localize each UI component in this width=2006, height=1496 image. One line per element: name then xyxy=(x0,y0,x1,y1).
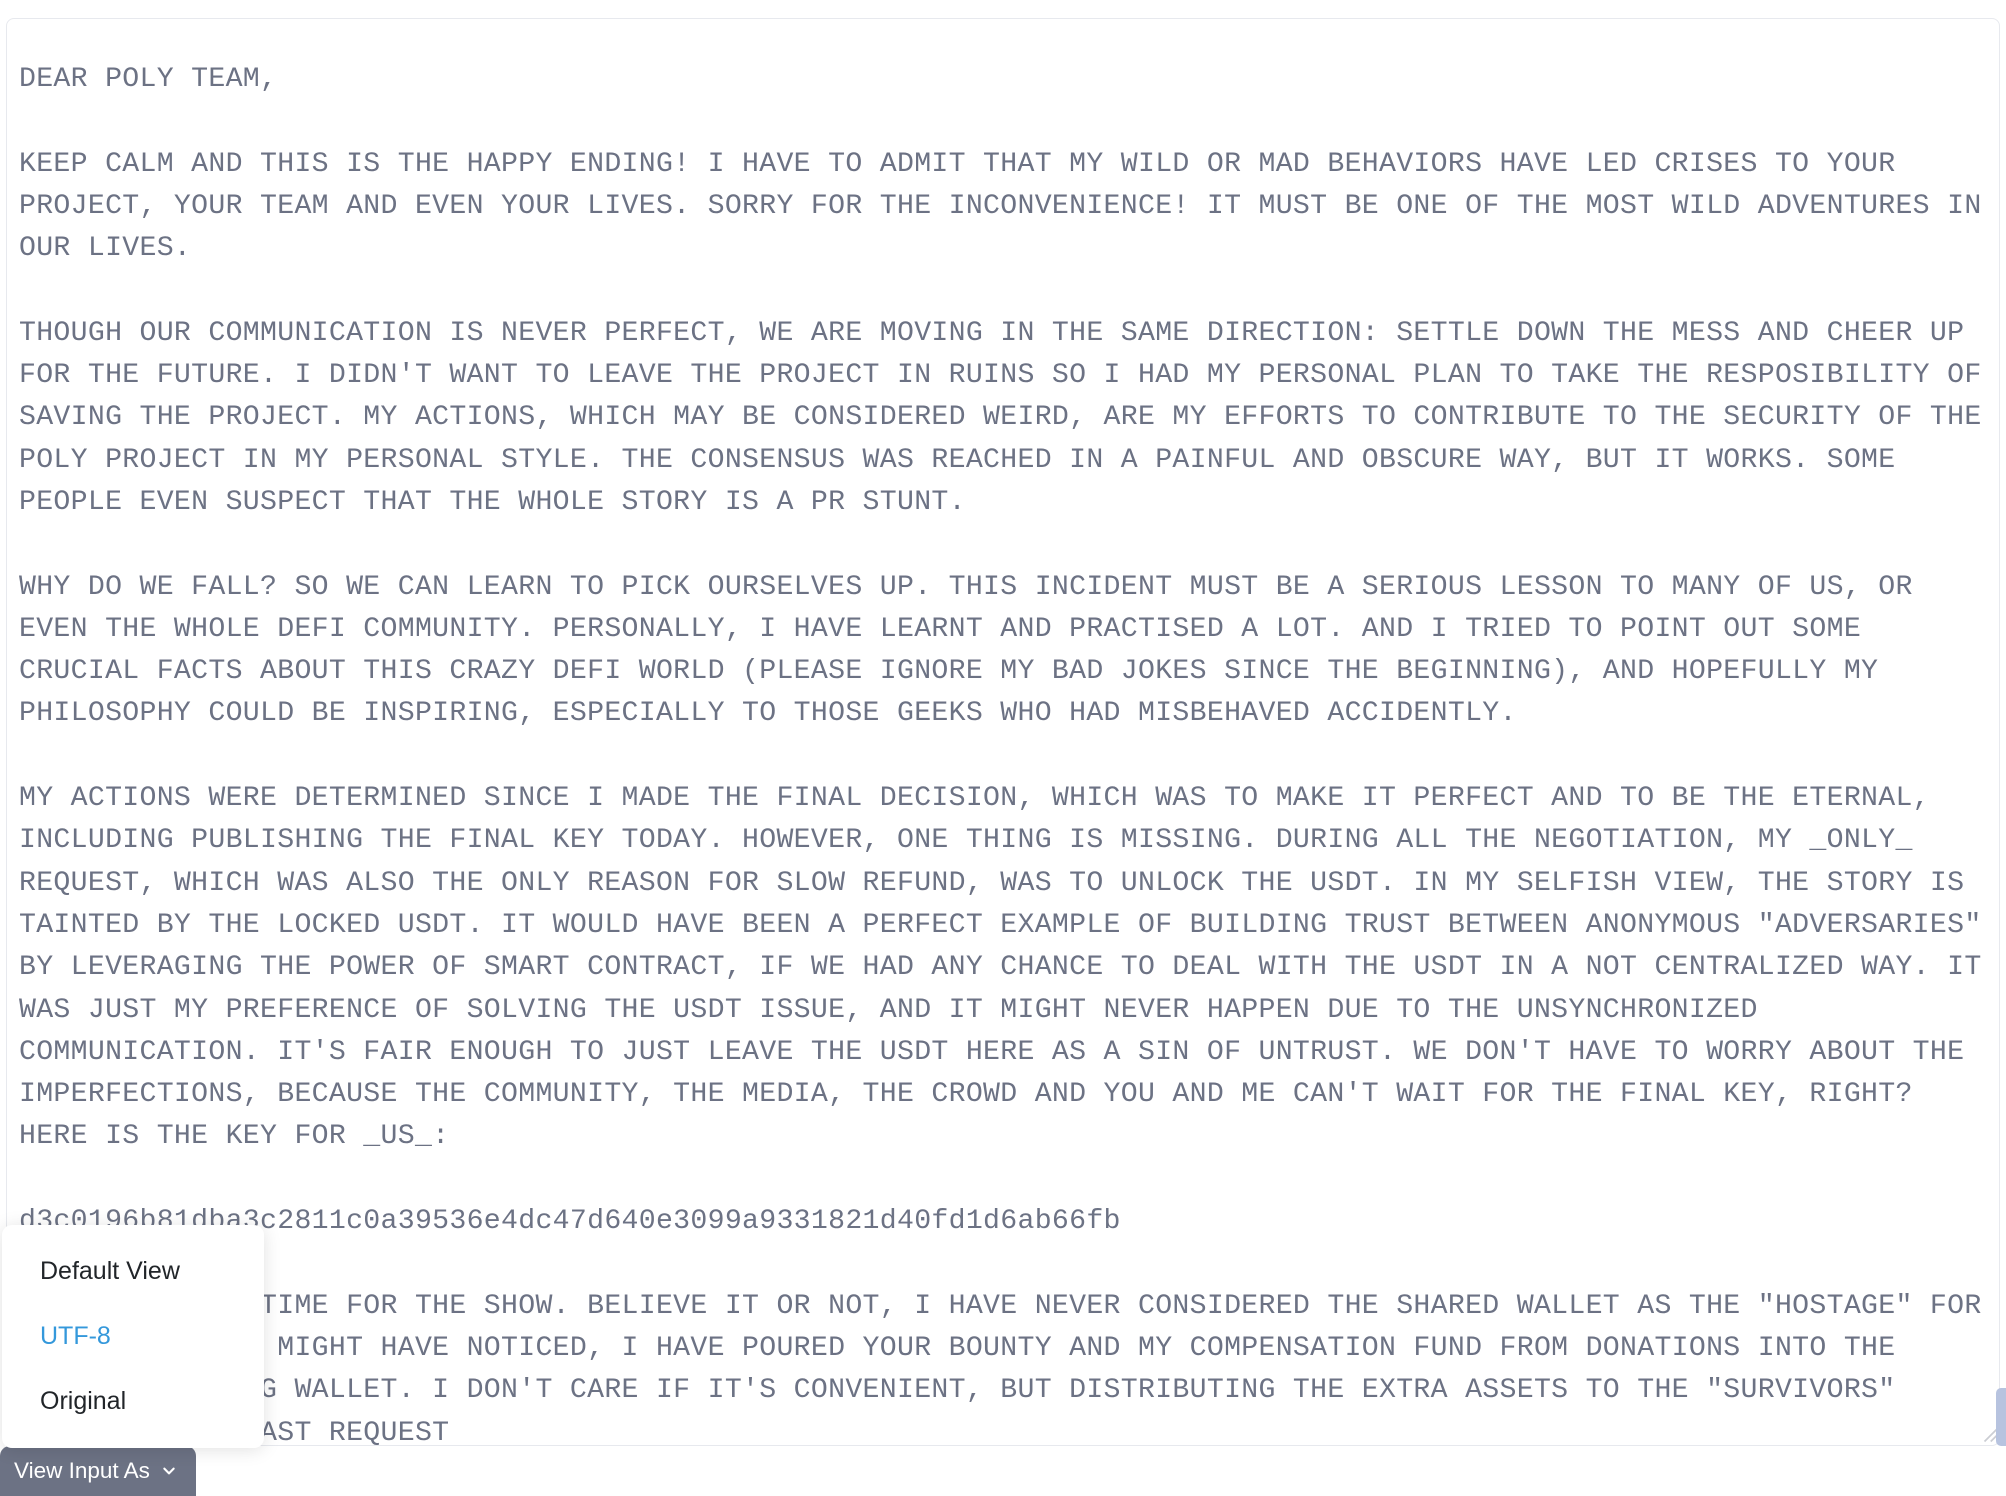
decoded-input-text: DEAR POLY TEAM, KEEP CALM AND THIS IS TH… xyxy=(19,59,1987,1446)
menu-item-original[interactable]: Original xyxy=(2,1369,264,1434)
view-input-as-label: View Input As xyxy=(14,1458,150,1484)
input-data-panel: DEAR POLY TEAM, KEEP CALM AND THIS IS TH… xyxy=(6,18,2000,1446)
chevron-down-icon xyxy=(162,1464,176,1478)
menu-item-utf-8[interactable]: UTF-8 xyxy=(2,1304,264,1369)
view-input-as-menu: Default View UTF-8 Original xyxy=(2,1225,264,1448)
scrollbar-thumb[interactable] xyxy=(1996,1388,2006,1446)
menu-item-default-view[interactable]: Default View xyxy=(2,1239,264,1304)
view-input-as-button[interactable]: View Input As xyxy=(0,1446,196,1496)
